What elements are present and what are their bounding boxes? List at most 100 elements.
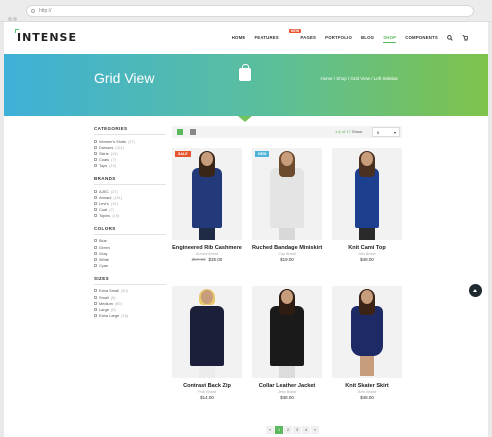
checkbox[interactable] — [94, 139, 97, 143]
filter-label: Blue — [99, 238, 107, 244]
pagination-prev[interactable]: « — [266, 426, 274, 434]
menu-item-blog[interactable]: BLOG — [361, 35, 374, 42]
site-logo[interactable]: INTENSE — [15, 29, 77, 44]
filter-label: Small — [99, 294, 109, 300]
checkbox[interactable] — [94, 189, 97, 193]
filter-count: (27) — [110, 188, 118, 194]
checkbox[interactable] — [94, 158, 97, 162]
filter-label: Large — [99, 306, 109, 312]
product-name[interactable]: Knit Cami Top — [332, 245, 402, 251]
search-icon[interactable] — [447, 35, 453, 42]
menu-item-home[interactable]: HOME — [232, 35, 246, 42]
filter-count: (30) — [120, 288, 128, 294]
current-price: $38.00 — [280, 395, 294, 400]
filter-count: (5) — [110, 306, 116, 312]
logo-mark-icon — [15, 29, 19, 33]
cart-icon[interactable] — [462, 35, 469, 42]
product-image[interactable] — [332, 148, 402, 240]
checkbox[interactable] — [94, 201, 97, 205]
pagination-page[interactable]: 3 — [293, 426, 301, 434]
old-price: $57.00 — [191, 257, 206, 262]
checkbox[interactable] — [94, 295, 97, 299]
top-navigation: INTENSE HOME FEATURES NEW PAGES PORTFOLIO… — [4, 22, 488, 54]
checkbox[interactable] — [94, 245, 97, 249]
current-price: $19.00 — [280, 257, 294, 262]
product-name[interactable]: Engineered Rib Cashmere — [172, 245, 242, 251]
breadcrumb[interactable]: Home / Shop / Grid View / Left Sidebar — [321, 76, 398, 81]
product-price: $38.00 — [252, 395, 322, 400]
checkbox[interactable] — [94, 251, 97, 255]
filter-option[interactable]: Tops (19) — [94, 163, 166, 169]
product-image[interactable] — [332, 286, 402, 378]
window-controls[interactable] — [8, 8, 20, 21]
checkbox[interactable] — [94, 151, 97, 155]
menu-item-portfolio[interactable]: PORTFOLIO — [325, 35, 352, 42]
show-label: Show: — [351, 129, 364, 134]
checkbox[interactable] — [94, 214, 97, 218]
filter-count: (19) — [109, 163, 117, 169]
product-card[interactable]: NEW Ruched Bandage Miniskirt Cap Brand $… — [252, 148, 322, 262]
pagination-page[interactable]: 1 — [275, 426, 283, 434]
product-name[interactable]: Contrast Back Zip — [172, 383, 242, 389]
filter-count: (7) — [111, 157, 116, 163]
product-image[interactable]: SALE — [172, 148, 242, 240]
list-view-icon[interactable] — [190, 129, 196, 135]
filter-count: (90) — [114, 300, 122, 306]
results-range: 1-6 of 17 — [335, 129, 351, 134]
checkbox[interactable] — [94, 239, 97, 243]
shop-toolbar: 1-6 of 17 Show: 6 — [172, 126, 402, 138]
product-price: $57.00 $35.00 — [172, 257, 242, 262]
filter-option[interactable]: Extra Large (16) — [94, 313, 166, 319]
menu-item-shop[interactable]: SHOP — [383, 35, 397, 43]
filter-count: (19) — [112, 213, 120, 219]
checkbox[interactable] — [94, 264, 97, 268]
new-badge: NEW — [288, 29, 302, 33]
product-name[interactable]: Ruched Bandage Miniskirt — [252, 245, 322, 251]
address-bar[interactable]: http:// — [26, 5, 474, 17]
pagination-page[interactable]: 4 — [302, 426, 310, 434]
checkbox[interactable] — [94, 258, 97, 262]
pagination: « 1 2 3 4 » — [266, 426, 319, 434]
grid-view-icon[interactable] — [177, 129, 183, 135]
checkbox[interactable] — [94, 307, 97, 311]
product-price: $48.00 — [332, 257, 402, 262]
colors-filter: COLORS Blue Green Gray White Cyan — [94, 226, 166, 269]
product-brand: Jeep Brand — [277, 390, 297, 394]
product-image[interactable]: NEW — [252, 148, 322, 240]
show-count-select[interactable]: 6 — [372, 127, 400, 138]
web-page: INTENSE HOME FEATURES NEW PAGES PORTFOLIO… — [4, 22, 488, 437]
filter-option[interactable]: Topins (19) — [94, 213, 166, 219]
model-photo — [351, 289, 383, 376]
menu-item-features[interactable]: FEATURES NEW — [254, 29, 302, 42]
filter-title: CATEGORIES — [94, 126, 166, 135]
product-card[interactable]: Knit Cami Top Arts Brand $48.00 — [332, 148, 402, 262]
model-photo — [190, 289, 224, 378]
product-name[interactable]: Knit Skater Skirt — [332, 383, 402, 389]
product-brand: Armani Brand — [196, 252, 218, 256]
checkbox[interactable] — [94, 164, 97, 168]
pagination-next[interactable]: » — [311, 426, 319, 434]
menu-item-pages[interactable]: PAGES — [300, 35, 316, 42]
product-card[interactable]: Contrast Back Zip Polo Brand $14.00 — [172, 286, 242, 400]
menu-item-components[interactable]: COMPONENTS — [405, 35, 438, 42]
pagination-page[interactable]: 2 — [284, 426, 292, 434]
checkbox[interactable] — [94, 301, 97, 305]
filter-option[interactable]: Cyan — [94, 263, 166, 269]
product-card[interactable]: SALE Engineered Rib Cashmere Armani Bran… — [172, 148, 242, 262]
filter-title: BRANDS — [94, 176, 166, 185]
checkbox[interactable] — [94, 195, 97, 199]
product-card[interactable]: Knit Skater Skirt Ares Brand $48.00 — [332, 286, 402, 400]
product-card[interactable]: Collar Leather Jacket Jeep Brand $38.00 — [252, 286, 322, 400]
checkbox[interactable] — [94, 145, 97, 149]
back-to-top-button[interactable] — [469, 284, 482, 297]
product-price: $48.00 — [332, 395, 402, 400]
filter-count: (7) — [109, 207, 114, 213]
logo-text: INTENSE — [17, 31, 77, 44]
checkbox[interactable] — [94, 314, 97, 318]
checkbox[interactable] — [94, 208, 97, 212]
checkbox[interactable] — [94, 289, 97, 293]
page-icon — [31, 9, 35, 13]
product-image[interactable] — [172, 286, 242, 378]
product-name[interactable]: Collar Leather Jacket — [252, 383, 322, 389]
product-image[interactable] — [252, 286, 322, 378]
